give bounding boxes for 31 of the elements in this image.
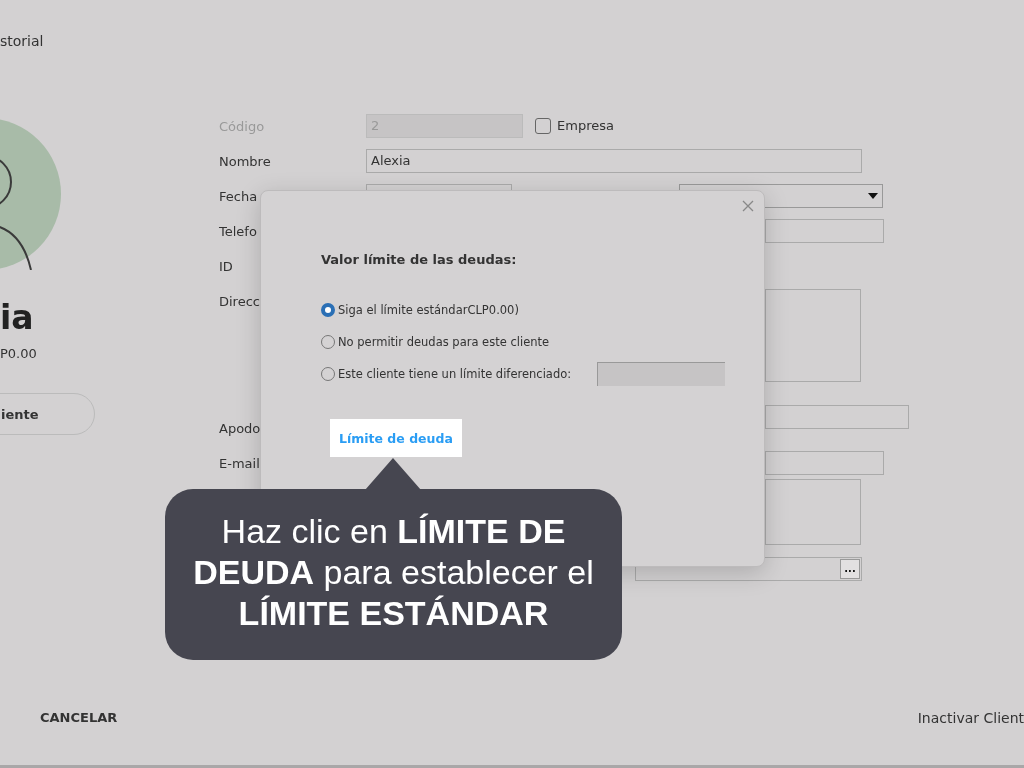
dialog-title: Valor límite de las deudas: bbox=[321, 252, 518, 267]
field-label: Direcc bbox=[219, 293, 260, 309]
close-icon[interactable] bbox=[742, 200, 754, 212]
input-field[interactable] bbox=[765, 405, 909, 429]
amount-field[interactable] bbox=[597, 362, 726, 386]
text-area[interactable] bbox=[765, 289, 861, 382]
input-field[interactable] bbox=[765, 451, 884, 475]
field-label: Código bbox=[219, 118, 265, 134]
field-label: Telefo bbox=[219, 223, 257, 239]
callout: Haz clic en LÍMITE DE DEUDA para establecer el LÍMITE ESTÁNDAR bbox=[165, 489, 622, 660]
input-field[interactable]: Alexia bbox=[366, 149, 862, 173]
field-label: Apodo bbox=[219, 420, 261, 436]
text-area[interactable] bbox=[765, 479, 861, 545]
cancel-button[interactable]: CANCELAR bbox=[40, 710, 118, 725]
radio-button[interactable] bbox=[321, 303, 335, 317]
field-label: E-mail bbox=[219, 455, 260, 471]
browse-button[interactable]: ... bbox=[840, 559, 860, 579]
customer-button[interactable]: iente bbox=[0, 393, 95, 435]
input-field[interactable] bbox=[765, 219, 884, 243]
radio-label: Este cliente tiene un límite diferenciado: bbox=[338, 367, 572, 381]
customer-name: ia bbox=[0, 298, 34, 338]
radio-label: No permitir deudas para este cliente bbox=[338, 335, 550, 349]
caret-icon bbox=[868, 193, 878, 199]
tab-label[interactable]: storial bbox=[0, 33, 44, 49]
checkbox-label: Empresa bbox=[557, 117, 614, 135]
field-label: ID bbox=[219, 258, 233, 274]
field-label: Fecha bbox=[219, 188, 258, 204]
radio-label: Siga el límite estándarCLP0.00) bbox=[338, 303, 519, 317]
field-label: Nombre bbox=[219, 153, 271, 169]
deactivate-button[interactable]: Inactivar Client bbox=[917, 710, 1024, 726]
balance-text: P0.00 bbox=[0, 346, 37, 361]
